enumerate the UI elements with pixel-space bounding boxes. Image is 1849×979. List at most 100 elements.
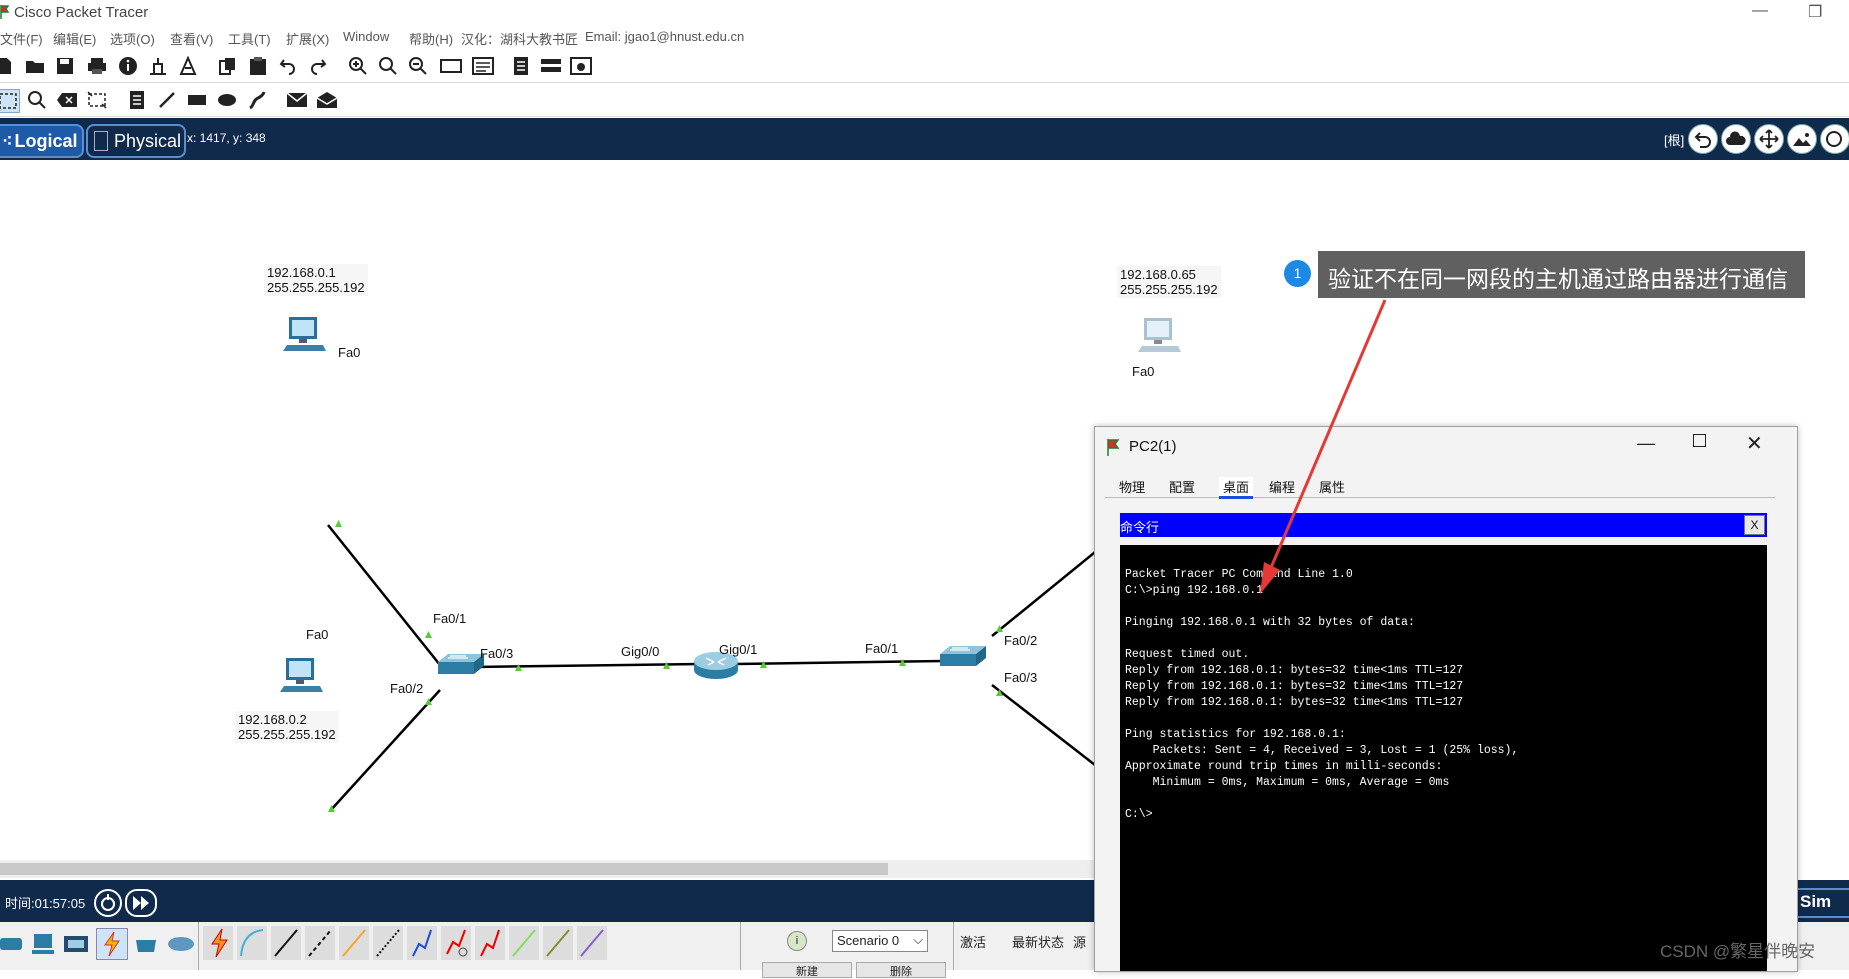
draw-ellipse-icon[interactable] bbox=[216, 89, 238, 111]
menu-help[interactable]: 帮助(H) bbox=[409, 29, 453, 48]
pdu-status-column[interactable]: 最新状态 bbox=[1012, 932, 1064, 951]
network-devices-icon[interactable] bbox=[0, 932, 24, 956]
menu-edit[interactable]: 编辑(E) bbox=[53, 29, 96, 48]
new-scenario-button[interactable]: 新建 bbox=[762, 962, 852, 978]
open-folder-icon[interactable] bbox=[24, 55, 46, 77]
select-tool-icon[interactable] bbox=[0, 89, 20, 113]
tab-physical[interactable]: Physical bbox=[86, 124, 186, 158]
menu-view[interactable]: 查看(V) bbox=[170, 29, 213, 48]
switch2-icon[interactable] bbox=[936, 642, 988, 674]
save-icon[interactable] bbox=[54, 55, 76, 77]
add-complex-pdu-icon[interactable] bbox=[316, 89, 338, 111]
pc2-address-label: 192.168.0.2 255.255.255.192 bbox=[235, 711, 339, 743]
fast-forward-icon[interactable] bbox=[125, 889, 157, 917]
server-icon[interactable] bbox=[540, 55, 562, 77]
zoom-in-icon[interactable] bbox=[347, 55, 369, 77]
menu-window[interactable]: Window bbox=[343, 29, 389, 44]
print-icon[interactable] bbox=[86, 55, 108, 77]
pc-window-maximize-button[interactable] bbox=[1693, 434, 1706, 447]
back-icon[interactable] bbox=[1688, 124, 1718, 154]
switch1-icon[interactable] bbox=[434, 650, 486, 682]
pc3-computer-icon[interactable] bbox=[1138, 316, 1184, 356]
network-wizard-icon[interactable] bbox=[147, 55, 169, 77]
viewport-icon[interactable] bbox=[1820, 124, 1849, 154]
delete-scenario-button[interactable]: 删除 bbox=[856, 962, 946, 978]
resize-shape-icon[interactable] bbox=[86, 89, 108, 111]
drawing-palette-icon[interactable] bbox=[440, 55, 462, 77]
add-simple-pdu-icon[interactable] bbox=[286, 89, 308, 111]
delete-scenario-label: 删除 bbox=[890, 966, 912, 978]
minimize-button[interactable]: — bbox=[1752, 2, 1768, 20]
tab-desktop[interactable]: 桌面 bbox=[1219, 477, 1254, 499]
copy-icon[interactable] bbox=[217, 55, 239, 77]
annotation-callout: 验证不在同一网段的主机通过路由器进行通信 bbox=[1318, 251, 1805, 298]
terminal-output[interactable]: Packet Tracer PC Command Line 1.0 C:\>pi… bbox=[1120, 545, 1767, 971]
simulation-mode-button[interactable]: Sim bbox=[1790, 888, 1849, 918]
power-cycle-icon[interactable] bbox=[94, 889, 122, 917]
inspect-icon[interactable] bbox=[26, 89, 48, 111]
command-prompt-close-button[interactable]: X bbox=[1744, 515, 1765, 535]
restore-button[interactable]: ❐ bbox=[1808, 2, 1822, 22]
auto-connection-icon[interactable] bbox=[203, 926, 233, 960]
activity-wizard-icon[interactable] bbox=[177, 55, 199, 77]
crossover-icon[interactable] bbox=[305, 926, 335, 960]
zoom-out-icon[interactable] bbox=[407, 55, 429, 77]
multiuser-icon[interactable] bbox=[166, 932, 196, 956]
pdu-source-column[interactable]: 源 bbox=[1073, 932, 1086, 951]
end-devices-icon[interactable] bbox=[30, 932, 56, 956]
paste-icon[interactable] bbox=[247, 55, 269, 77]
components-icon[interactable] bbox=[64, 932, 90, 956]
serial-dce-icon[interactable] bbox=[441, 926, 471, 960]
move-object-icon[interactable] bbox=[1754, 124, 1784, 154]
screenshot-icon[interactable] bbox=[570, 55, 592, 77]
menu-options[interactable]: 选项(O) bbox=[110, 29, 155, 48]
menu-extensions[interactable]: 扩展(X) bbox=[286, 29, 329, 48]
tab-config[interactable]: 配置 bbox=[1169, 477, 1195, 496]
iot-cable-icon[interactable] bbox=[543, 926, 573, 960]
link-router-sw2 bbox=[734, 659, 945, 666]
logical-workspace-canvas[interactable]: 192.168.0.1 255.255.255.192 Fa0 Fa0 192.… bbox=[0, 160, 1221, 860]
tab-physical-config[interactable]: 物理 bbox=[1119, 477, 1145, 496]
new-file-icon[interactable] bbox=[0, 55, 16, 77]
undo-icon[interactable] bbox=[277, 55, 299, 77]
info-icon[interactable] bbox=[117, 55, 139, 77]
sw2-fa03-label: Fa0/3 bbox=[1004, 670, 1038, 685]
horizontal-scrollbar[interactable] bbox=[0, 860, 1095, 878]
cluster-cloud-icon[interactable] bbox=[1721, 124, 1751, 154]
pdu-activate-column[interactable]: 激活 bbox=[960, 932, 986, 951]
custom-devices-icon[interactable] bbox=[472, 55, 494, 77]
redo-icon[interactable] bbox=[307, 55, 329, 77]
scenario-info-icon[interactable]: i bbox=[787, 931, 807, 951]
straight-through-icon[interactable] bbox=[271, 926, 301, 960]
pc1-computer-icon[interactable] bbox=[283, 315, 329, 355]
scenario-select[interactable]: Scenario 0 ⌵ bbox=[832, 930, 928, 952]
place-note-icon[interactable] bbox=[126, 89, 148, 111]
draw-line-icon[interactable] bbox=[156, 89, 178, 111]
delete-icon[interactable] bbox=[56, 89, 78, 111]
menu-tools[interactable]: 工具(T) bbox=[228, 29, 271, 48]
coaxial-icon[interactable] bbox=[407, 926, 437, 960]
tab-programming[interactable]: 编程 bbox=[1269, 477, 1295, 496]
notes-icon[interactable] bbox=[510, 55, 532, 77]
draw-rectangle-icon[interactable] bbox=[186, 89, 208, 111]
root-label[interactable]: [根] bbox=[1664, 130, 1684, 149]
scrollbar-thumb[interactable] bbox=[0, 863, 888, 875]
octal-cable-icon[interactable] bbox=[509, 926, 539, 960]
tab-logical[interactable]: ⁖ Logical bbox=[0, 124, 84, 158]
zoom-reset-icon[interactable] bbox=[377, 55, 399, 77]
menu-file[interactable]: 文件(F) bbox=[0, 29, 43, 48]
serial-dte-icon[interactable] bbox=[475, 926, 505, 960]
pc2-computer-icon[interactable] bbox=[280, 656, 326, 696]
set-background-icon[interactable] bbox=[1787, 124, 1817, 154]
connections-category[interactable] bbox=[96, 928, 128, 960]
freeform-icon[interactable] bbox=[246, 89, 268, 111]
pc1-mask: 255.255.255.192 bbox=[267, 280, 365, 295]
console-cable-icon[interactable] bbox=[237, 926, 267, 960]
misc-devices-icon[interactable] bbox=[134, 932, 160, 956]
pc-window-minimize-button[interactable]: — bbox=[1637, 433, 1655, 454]
fiber-icon[interactable] bbox=[339, 926, 369, 960]
tab-attributes[interactable]: 属性 bbox=[1319, 477, 1345, 496]
pc-window-close-button[interactable]: ✕ bbox=[1746, 431, 1763, 456]
phone-cable-icon[interactable] bbox=[373, 926, 403, 960]
usb-cable-icon[interactable] bbox=[577, 926, 607, 960]
